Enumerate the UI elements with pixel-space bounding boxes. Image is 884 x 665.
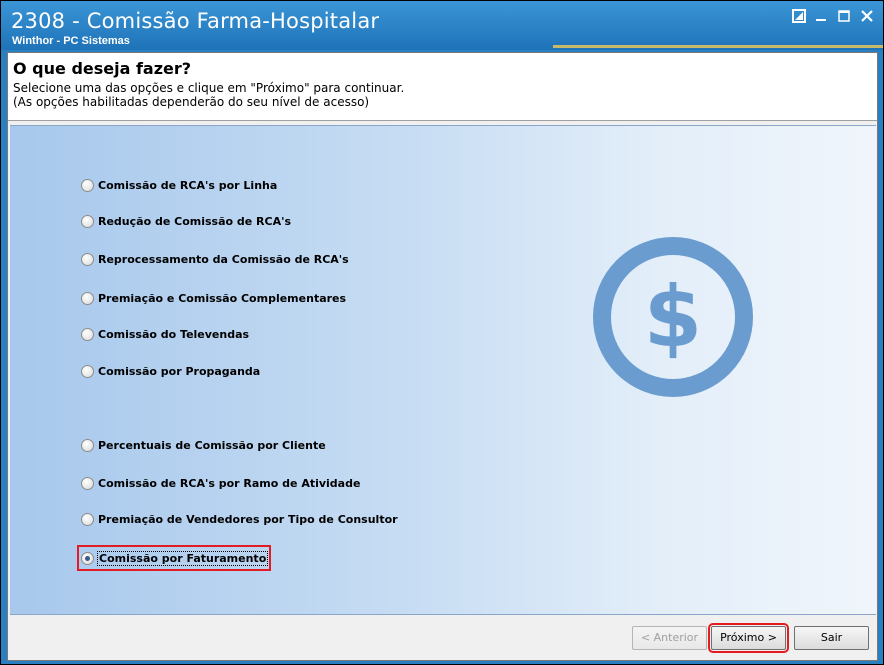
next-button[interactable]: Próximo > (708, 623, 789, 653)
minimize-icon[interactable] (811, 9, 831, 27)
option-ramo-atividade[interactable]: Comissão de RCA's por Ramo de Atividade (81, 474, 360, 492)
maximize-icon[interactable] (834, 9, 854, 27)
radio-button[interactable] (81, 252, 94, 266)
radio-button[interactable] (81, 327, 94, 341)
radio-button[interactable] (81, 291, 94, 305)
option-reducao-comissao[interactable]: Redução de Comissão de RCA's (81, 212, 291, 230)
radio-button-checked[interactable] (81, 551, 94, 565)
radio-button[interactable] (81, 438, 94, 452)
instructions-header: O que deseja fazer? Selecione uma das op… (8, 53, 877, 121)
page-title: O que deseja fazer? (13, 59, 192, 78)
option-label: Comissão do Televendas (98, 327, 250, 341)
option-label: Reprocessamento da Comissão de RCA's (98, 252, 349, 266)
option-televendas[interactable]: Comissão do Televendas (81, 325, 249, 343)
option-percentuais-cliente[interactable]: Percentuais de Comissão por Cliente (81, 436, 326, 454)
instruction-line-1: Selecione uma das opções e clique em "Pr… (13, 81, 405, 95)
option-label: Percentuais de Comissão por Cliente (98, 438, 326, 452)
app-window: 2308 - Comissão Farma-Hospitalar Winthor… (0, 0, 884, 665)
option-label: Comissão por Propaganda (98, 364, 261, 378)
option-label: Comissão de RCA's por Linha (98, 178, 278, 192)
close-icon[interactable] (857, 9, 877, 27)
radio-button[interactable] (81, 364, 94, 378)
radio-button[interactable] (81, 214, 94, 228)
window-subtitle: Winthor - PC Sistemas (12, 35, 130, 47)
exit-button[interactable]: Sair (794, 626, 869, 650)
option-label: Premiação e Comissão Complementares (98, 291, 347, 305)
restore-icon[interactable] (789, 9, 809, 27)
svg-text:$: $ (644, 268, 702, 366)
option-comissao-rca-linha[interactable]: Comissão de RCA's por Linha (81, 176, 277, 194)
window-title: 2308 - Comissão Farma-Hospitalar (11, 9, 380, 33)
option-label: Redução de Comissão de RCA's (98, 214, 292, 228)
radio-button[interactable] (81, 476, 94, 490)
dollar-coin-icon: $ (593, 237, 753, 397)
instruction-line-2: (As opções habilitadas dependerão do seu… (13, 95, 370, 109)
dialog-body: O que deseja fazer? Selecione uma das op… (7, 52, 878, 661)
option-comissao-faturamento[interactable]: Comissão por Faturamento (76, 545, 272, 571)
option-label: Premiação de Vendedores por Tipo de Cons… (98, 512, 398, 526)
back-button[interactable]: < Anterior (632, 626, 707, 650)
option-label: Comissão de RCA's por Ramo de Atividade (98, 476, 361, 490)
radio-button[interactable] (81, 178, 94, 192)
option-premiacao-complementares[interactable]: Premiação e Comissão Complementares (81, 289, 346, 307)
title-bar-accent (553, 45, 883, 48)
option-premiacao-vendedores[interactable]: Premiação de Vendedores por Tipo de Cons… (81, 510, 398, 528)
option-label: Comissão por Faturamento (96, 550, 269, 566)
option-propaganda[interactable]: Comissão por Propaganda (81, 362, 260, 380)
button-bar: < Anterior Próximo > Sair (8, 616, 877, 660)
radio-button[interactable] (81, 512, 94, 526)
title-bar: 2308 - Comissão Farma-Hospitalar Winthor… (1, 1, 883, 50)
options-panel: Comissão de RCA's por Linha Redução de C… (10, 125, 876, 615)
option-reprocessamento[interactable]: Reprocessamento da Comissão de RCA's (81, 250, 349, 268)
